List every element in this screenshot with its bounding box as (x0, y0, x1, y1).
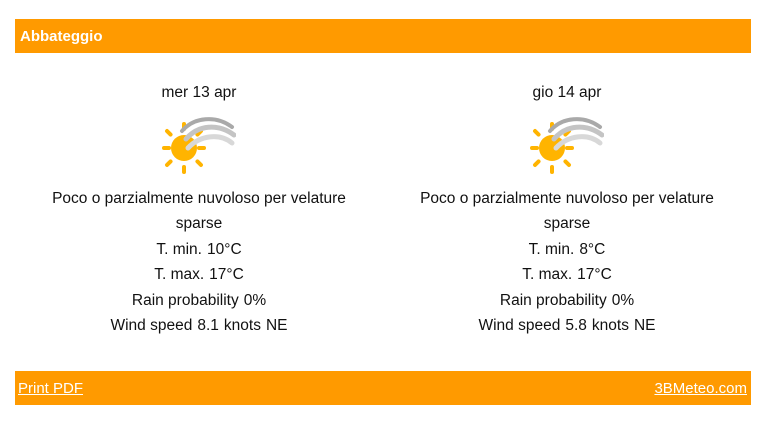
tmax-row: T. max. 17°C (29, 262, 369, 288)
tmin-label: T. min. (528, 240, 575, 258)
wind-row: Wind speed 8.1 knots NE (29, 313, 369, 339)
wind-direction: NE (633, 317, 656, 334)
print-pdf-link[interactable]: Print PDF (18, 380, 83, 397)
tmax-label: T. max. (522, 266, 573, 283)
tmin-label: T. min. (156, 240, 202, 258)
wind-row: Wind speed 5.8 knots NE (397, 313, 737, 339)
weather-description: Poco o parzialmente nuvoloso per velatur… (420, 189, 714, 233)
tmin-value: 8°C (579, 240, 606, 258)
rain-label: Rain probability (131, 291, 239, 309)
tmax-label: T. max. (154, 266, 205, 283)
tmin-value: 10°C (207, 240, 242, 258)
wind-direction: NE (265, 317, 288, 334)
rain-row: Rain probability 0% (29, 288, 369, 314)
rain-row: Rain probability 0% (397, 288, 737, 314)
wind-label: Wind speed (110, 317, 193, 334)
tmax-value: 17°C (209, 266, 244, 283)
wind-value: 8.1 (197, 317, 219, 334)
day-forecast-2: gio 14 apr Poco o parzialmente nuvoloso … (397, 80, 737, 339)
partly-cloudy-sun-icon (162, 116, 236, 174)
wind-unit: knots (591, 317, 629, 334)
rain-value: 0% (243, 291, 267, 309)
tmin-row: T. min. 8°C (397, 237, 737, 263)
weather-description: Poco o parzialmente nuvoloso per velatur… (52, 189, 346, 233)
source-link[interactable]: 3BMeteo.com (654, 380, 747, 397)
tmax-value: 17°C (577, 266, 612, 283)
rain-label: Rain probability (499, 291, 607, 309)
day-forecast-1: mer 13 apr Poco o parzialmente nuvoloso … (29, 80, 369, 339)
location-title: Abbateggio (20, 27, 103, 45)
wind-value: 5.8 (565, 317, 587, 334)
rain-value: 0% (611, 291, 635, 309)
partly-cloudy-sun-icon (530, 116, 604, 174)
footer-bar: Print PDF 3BMeteo.com (15, 371, 751, 405)
day-label: mer 13 apr (161, 84, 237, 101)
wind-label: Wind speed (478, 317, 561, 334)
wind-unit: knots (223, 317, 261, 334)
tmin-row: T. min. 10°C (29, 237, 369, 263)
header-bar: Abbateggio (15, 19, 751, 53)
day-label: gio 14 apr (532, 84, 602, 101)
tmax-row: T. max. 17°C (397, 262, 737, 288)
